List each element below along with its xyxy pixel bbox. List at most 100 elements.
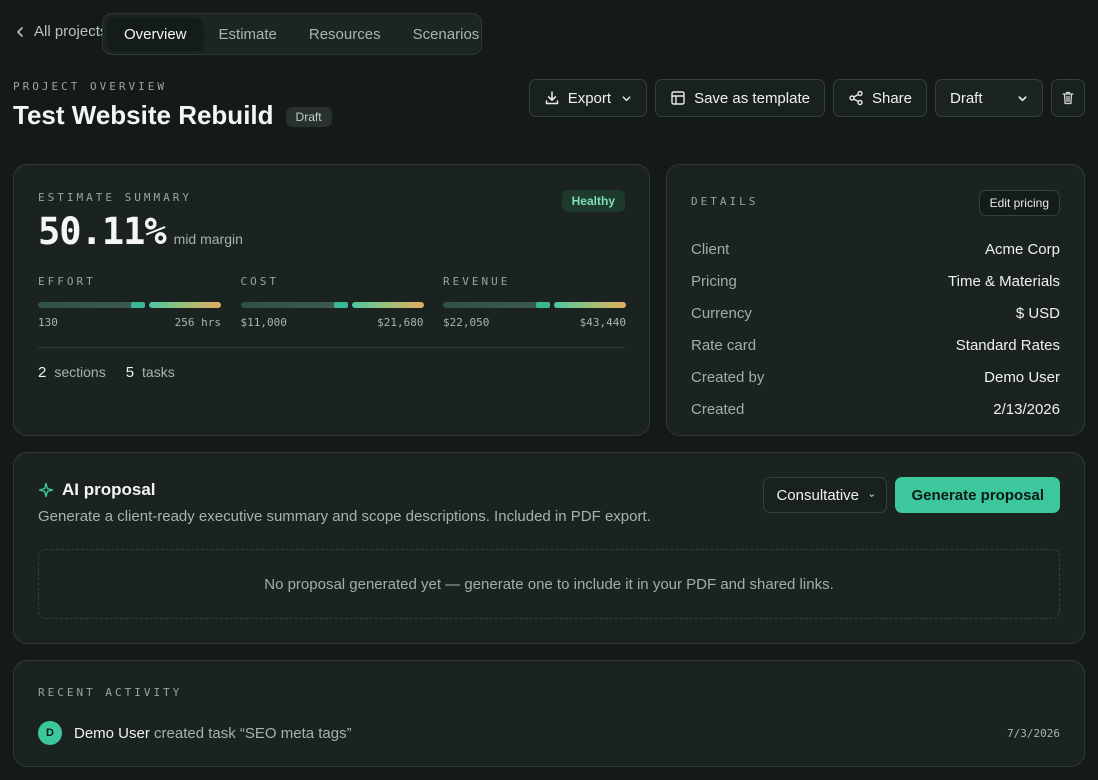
trash-icon: [1062, 91, 1074, 105]
tone-select[interactable]: Consultative: [763, 477, 888, 513]
range-low-marker: [536, 302, 550, 308]
range-bar: [240, 302, 424, 308]
share-icon: [849, 90, 863, 106]
range-low-value: $11,000: [240, 316, 287, 329]
chevron-down-icon: [869, 493, 874, 497]
range-low-marker: [333, 302, 348, 308]
detail-row-created: Created 2/13/2026: [691, 393, 1060, 425]
title-row: Test Website Rebuild Draft: [13, 100, 332, 131]
detail-value: Acme Corp: [984, 240, 1060, 258]
health-badge: Healthy: [561, 190, 625, 212]
page-title: Test Website Rebuild: [13, 100, 274, 130]
range-labels: $22,050 $43,440: [443, 316, 626, 329]
generate-proposal-button[interactable]: Generate proposal: [895, 477, 1060, 513]
status-badge: Draft: [285, 106, 332, 127]
detail-key: Created by: [691, 368, 765, 386]
avatar: D: [38, 721, 62, 745]
detail-row-client: Client Acme Corp: [691, 233, 1060, 265]
detail-row-pricing: Pricing Time & Materials: [691, 265, 1060, 297]
status-select-value: Draft: [950, 89, 983, 107]
recent-activity-card: RECENT ACTIVITY D Demo User created task…: [13, 660, 1085, 767]
chevron-left-icon: [17, 26, 23, 37]
edit-pricing-button[interactable]: Edit pricing: [978, 190, 1060, 216]
metric-label: EFFORT: [38, 275, 96, 288]
range-bar: [38, 302, 221, 308]
detail-value: Demo User: [984, 368, 1060, 386]
metric-label: COST: [240, 275, 279, 288]
download-icon: [545, 91, 558, 105]
range-track: [240, 302, 341, 308]
detail-key: Created: [691, 400, 745, 418]
estimate-summary-card: ESTIMATE SUMMARY Healthy 50.11% mid marg…: [13, 164, 650, 436]
detail-value: $ USD: [1015, 304, 1060, 322]
detail-value: Standard Rates: [955, 336, 1060, 354]
details-heading: DETAILS: [691, 195, 759, 208]
ai-proposal-title: AI proposal: [62, 480, 156, 499]
range-low-marker: [131, 302, 145, 308]
ai-proposal-description: Generate a client-ready executive summar…: [38, 508, 651, 525]
project-status-select[interactable]: Draft: [935, 79, 1043, 117]
share-label: Share: [871, 89, 912, 107]
template-label: Save as template: [694, 89, 810, 107]
export-button[interactable]: Export: [528, 79, 648, 117]
metric-cost: COST $11,000 $21,680: [240, 275, 424, 329]
range-bar: [443, 302, 626, 308]
sparkle-icon: [38, 482, 54, 498]
metric-label: REVENUE: [443, 275, 511, 288]
back-label: All projects: [34, 23, 108, 40]
metrics-row: EFFORT 130 256 hrs COST $11,000 $21,680: [38, 275, 626, 329]
range-track: [443, 302, 543, 308]
detail-row-currency: Currency $ USD: [691, 297, 1060, 329]
proposal-empty-state: No proposal generated yet — generate one…: [38, 549, 1060, 619]
tab-resources[interactable]: Resources: [293, 18, 397, 50]
detail-value: Time & Materials: [948, 272, 1060, 290]
estimate-summary-heading: ESTIMATE SUMMARY: [38, 191, 192, 204]
project-tabs: Overview Estimate Resources Scenarios: [102, 13, 482, 55]
range-labels: 130 256 hrs: [38, 316, 221, 329]
detail-key: Pricing: [691, 272, 737, 290]
range-fill: [554, 302, 626, 308]
header-actions: Export Save as template Share Draft: [528, 79, 1085, 117]
tab-estimate[interactable]: Estimate: [203, 18, 293, 50]
tab-overview[interactable]: Overview: [108, 18, 203, 50]
activity-item: D Demo User created task “SEO meta tags”…: [38, 721, 1060, 745]
detail-value: 2/13/2026: [993, 400, 1060, 418]
activity-user: Demo User: [74, 724, 150, 742]
layout-template-icon: [671, 91, 685, 105]
save-as-template-button[interactable]: Save as template: [655, 79, 825, 117]
metric-revenue: REVENUE $22,050 $43,440: [443, 275, 626, 329]
detail-key: Currency: [691, 304, 752, 322]
divider: [38, 347, 625, 348]
share-button[interactable]: Share: [832, 79, 927, 117]
margin-display: 50.11% mid margin: [38, 210, 243, 253]
tasks-number: 5: [125, 364, 135, 381]
back-to-projects-link[interactable]: All projects: [14, 23, 107, 40]
range-high-value: $43,440: [579, 316, 626, 329]
detail-row-created-by: Created by Demo User: [691, 361, 1060, 393]
sections-count: 2 sections: [38, 364, 106, 381]
margin-value: 50.11%: [38, 210, 167, 253]
details-card: DETAILS Edit pricing Client Acme Corp Pri…: [666, 164, 1085, 436]
activity-text: Demo User created task “SEO meta tags”: [74, 725, 352, 742]
activity-action: created task “SEO meta tags”: [154, 724, 352, 742]
sections-number: 2: [38, 364, 47, 381]
delete-project-button[interactable]: [1051, 79, 1085, 117]
tab-scenarios[interactable]: Scenarios: [397, 18, 496, 50]
detail-row-rate-card: Rate card Standard Rates: [691, 329, 1060, 361]
counts-row: 2 sections 5 tasks: [38, 364, 175, 381]
range-labels: $11,000 $21,680: [241, 316, 424, 329]
range-fill: [351, 302, 424, 308]
metric-effort: EFFORT 130 256 hrs: [38, 275, 221, 329]
range-low-value: 130: [38, 316, 58, 329]
recent-activity-heading: RECENT ACTIVITY: [38, 686, 183, 699]
tasks-label: tasks: [142, 364, 175, 380]
range-high-value: 256 hrs: [174, 316, 221, 329]
chevron-down-icon: [1018, 95, 1027, 101]
ai-proposal-card: AI proposal Generate a client-ready exec…: [13, 452, 1085, 644]
ai-proposal-heading: AI proposal: [38, 480, 156, 500]
export-label: Export: [567, 89, 612, 107]
tone-select-value: Consultative: [776, 486, 859, 504]
range-track: [38, 302, 138, 308]
detail-key: Rate card: [691, 336, 757, 354]
range-fill: [149, 302, 221, 308]
